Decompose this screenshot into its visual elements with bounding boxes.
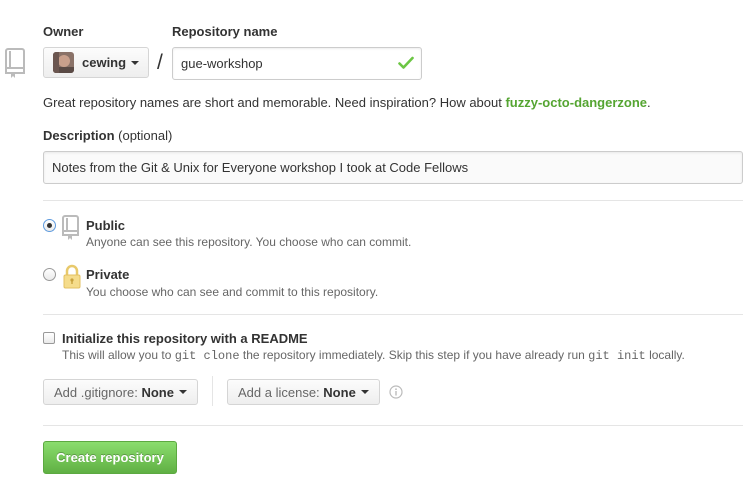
init-note-part-2: the repository immediately. Skip this st…: [239, 348, 589, 362]
public-title[interactable]: Public: [86, 218, 125, 233]
init-note-part-1: This will allow you to: [62, 348, 175, 362]
description-input[interactable]: [43, 151, 743, 184]
repo-name-input[interactable]: [172, 47, 422, 80]
init-readme-label[interactable]: Initialize this repository with a README: [62, 331, 308, 346]
lock-icon: [62, 264, 82, 290]
init-note-part-3: locally.: [645, 348, 685, 362]
owner-repo-separator: /: [157, 51, 163, 74]
chevron-down-icon: [178, 390, 187, 394]
description-label: Description (optional): [43, 128, 172, 143]
init-note-code-1: git clone: [174, 349, 240, 363]
description-label-text: Description: [43, 128, 115, 143]
name-suggestion[interactable]: fuzzy-octo-dangerzone: [505, 95, 647, 110]
create-repository-button[interactable]: Create repository: [43, 441, 177, 474]
init-note-code-2: git init: [588, 349, 646, 363]
gitignore-select[interactable]: Add .gitignore: None: [43, 379, 198, 405]
private-radio[interactable]: [43, 268, 56, 281]
private-title[interactable]: Private: [86, 267, 129, 282]
license-value: None: [323, 384, 356, 400]
public-note: Anyone can see this repository. You choo…: [86, 235, 412, 249]
avatar: [53, 52, 74, 73]
license-select[interactable]: Add a license: None: [227, 379, 380, 405]
description-optional: (optional): [118, 128, 173, 143]
repo-book-icon: [3, 47, 27, 79]
private-note: You choose who can see and commit to thi…: [86, 285, 379, 299]
info-icon[interactable]: [389, 385, 403, 399]
chevron-down-icon: [360, 390, 369, 394]
owner-label: Owner: [43, 24, 84, 39]
public-repo-icon: [61, 215, 81, 241]
divider: [43, 200, 743, 201]
owner-dropdown[interactable]: cewing: [43, 47, 149, 78]
gitignore-label: Add .gitignore:: [54, 384, 138, 400]
radio-dot: [47, 223, 52, 228]
public-radio[interactable]: [43, 219, 56, 232]
divider: [43, 425, 743, 426]
divider: [43, 314, 743, 315]
repo-name-label: Repository name: [172, 24, 278, 39]
check-icon: [398, 56, 414, 70]
selector-divider: [212, 376, 213, 406]
init-readme-checkbox[interactable]: [43, 332, 55, 344]
repo-name-hint: Great repository names are short and mem…: [43, 95, 651, 110]
license-label: Add a license:: [238, 384, 320, 400]
init-readme-note: This will allow you to git clone the rep…: [62, 348, 685, 363]
owner-name: cewing: [82, 55, 127, 70]
hint-text: Great repository names are short and mem…: [43, 95, 506, 110]
chevron-down-icon: [131, 60, 140, 65]
gitignore-value: None: [141, 384, 174, 400]
hint-end: .: [647, 95, 651, 110]
